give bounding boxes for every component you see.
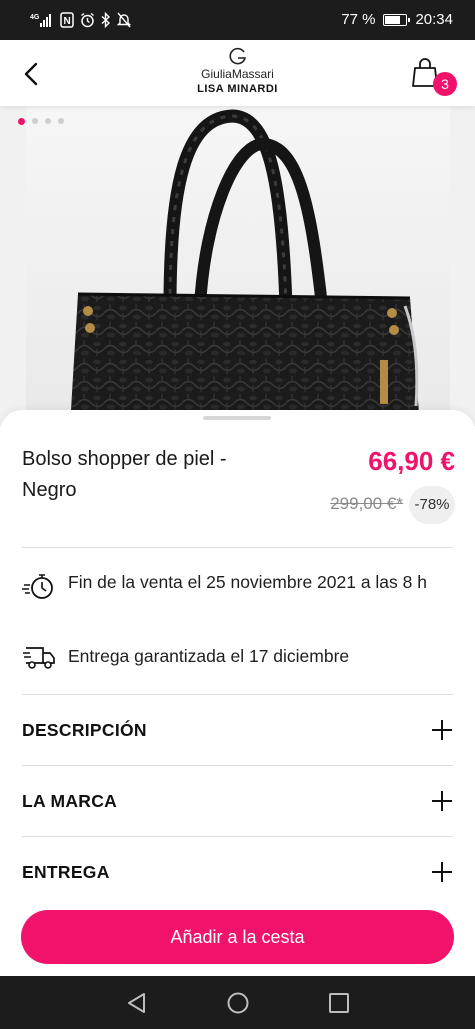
nfc-icon: N: [60, 12, 74, 28]
nav-back-icon[interactable]: [124, 990, 150, 1016]
discount-badge: -78%: [409, 486, 455, 524]
battery-level: [385, 15, 401, 24]
nav-home-icon[interactable]: [225, 990, 251, 1016]
status-icons-right: 77 % 20:34: [341, 11, 453, 28]
network-type-label: 4G: [30, 14, 40, 21]
divider: [22, 694, 453, 695]
product-details-sheet: Bolso shopper de piel - Negro 66,90 € 29…: [0, 410, 475, 976]
divider: [22, 765, 453, 766]
expand-plus-icon[interactable]: [431, 790, 453, 812]
divider: [22, 836, 453, 837]
product-photo: [26, 106, 450, 426]
product-image-carousel[interactable]: [0, 106, 475, 426]
brand-logo-icon: [229, 47, 246, 65]
divider: [22, 547, 453, 548]
original-price: 299,00 €*: [330, 494, 403, 513]
carousel-dot[interactable]: [18, 118, 25, 125]
product-title: Bolso shopper de piel - Negro: [22, 448, 227, 501]
expand-plus-icon[interactable]: [431, 861, 453, 883]
nfc-label: N: [64, 16, 71, 27]
accordion-delivery[interactable]: ENTREGA: [22, 857, 453, 887]
mute-icon: [117, 12, 131, 28]
app-header: GiuliaMassari LISA MINARDI 3: [0, 40, 475, 106]
delivery-truck-icon: [23, 647, 55, 669]
expand-plus-icon[interactable]: [431, 719, 453, 741]
battery-icon: [383, 13, 411, 26]
stopwatch-icon: [22, 574, 53, 599]
product-price: 66,90 €: [368, 446, 455, 476]
delivery-text: Entrega garantizada el 17 diciembre: [68, 646, 350, 666]
carousel-dots: [18, 118, 64, 125]
accordion-title: LA MARCA: [22, 790, 118, 811]
status-bar: 4G N 77 % 20:34: [0, 0, 475, 40]
signal-icon: 4G: [30, 14, 51, 27]
accordion-brand[interactable]: LA MARCA: [22, 786, 453, 816]
delivery-row: Entrega garantizada el 17 diciembre: [22, 642, 453, 677]
nav-recents-icon[interactable]: [326, 990, 352, 1016]
carousel-dot[interactable]: [45, 118, 51, 124]
system-navigation-bar: [0, 976, 475, 1029]
info-icon-wrap: [22, 642, 58, 677]
battery-percent: 77 %: [341, 11, 376, 28]
brand-name: GiuliaMassari: [201, 67, 274, 81]
accordion-description[interactable]: DESCRIPCIÓN: [22, 715, 453, 745]
info-icon-wrap: [22, 568, 58, 609]
carousel-dot[interactable]: [32, 118, 38, 124]
accordion-title: DESCRIPCIÓN: [22, 719, 147, 740]
sale-end-text: Fin de la venta el 25 noviembre 2021 a l…: [68, 572, 427, 592]
cart-button[interactable]: 3: [411, 56, 457, 96]
brand-subtitle: LISA MINARDI: [197, 83, 278, 95]
sheet-grabber[interactable]: [203, 416, 271, 420]
alarm-icon: [81, 12, 94, 28]
cart-count-badge: 3: [433, 72, 457, 96]
bluetooth-icon: [101, 12, 111, 28]
carousel-dot[interactable]: [58, 118, 64, 124]
sale-end-row: Fin de la venta el 25 noviembre 2021 a l…: [22, 568, 453, 609]
brand: GiuliaMassari LISA MINARDI: [0, 46, 475, 95]
clock: 20:34: [415, 11, 453, 28]
accordion-title: ENTREGA: [22, 861, 110, 882]
status-icons-left: 4G N: [30, 12, 131, 28]
add-to-cart-button[interactable]: Añadir a la cesta: [21, 910, 454, 964]
